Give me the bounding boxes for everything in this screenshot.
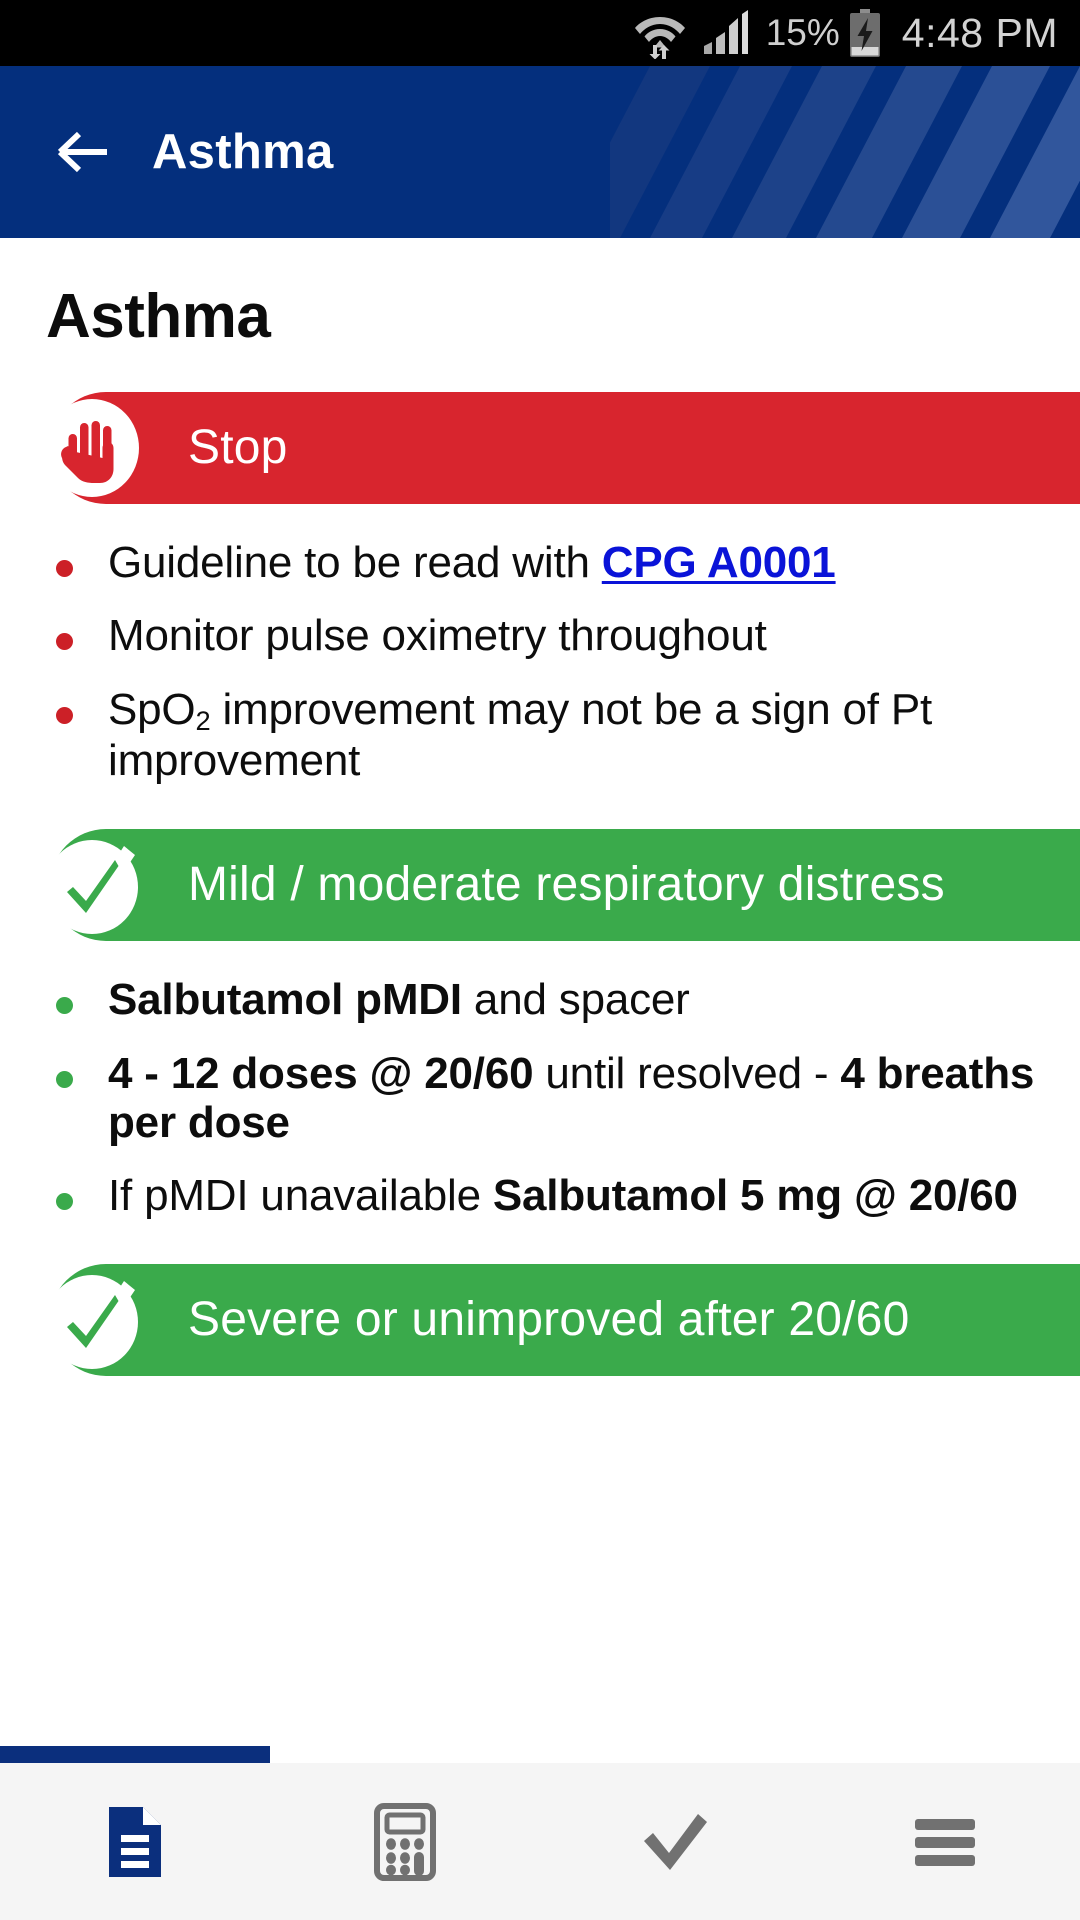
bullet-list-stop: Guideline to be read with CPG A0001 Moni…: [0, 538, 1080, 785]
bullet-dot-icon: [56, 1193, 73, 1211]
list-item: SpO2 improvement may not be a sign of Pt…: [56, 685, 1036, 786]
bullet-text: Monitor pulse oximetry throughout: [108, 611, 767, 661]
bullet-segment: until resolved -: [533, 1048, 841, 1098]
back-arrow-icon[interactable]: [52, 123, 110, 181]
hamburger-menu-icon: [913, 1814, 977, 1870]
nav-item-menu[interactable]: [810, 1763, 1080, 1920]
bullet-segment: and spacer: [461, 975, 690, 1025]
page-title: Asthma: [46, 282, 271, 351]
bullet-text: Salbutamol pMDI and spacer: [108, 975, 690, 1024]
bullet-segment-bold: Salbutamol pMDI: [108, 975, 462, 1025]
bullet-segment: If pMDI unavailable: [108, 1171, 493, 1221]
nav-item-calculator[interactable]: [270, 1763, 540, 1920]
document-icon: [105, 1805, 165, 1879]
clock-label: 4:48 PM: [901, 9, 1058, 56]
app-bar-title: Asthma: [152, 125, 334, 179]
battery-percent-label: 15%: [765, 12, 840, 53]
banner-label: Stop: [188, 421, 288, 474]
bullet-list-mild-moderate: Salbutamol pMDI and spacer 4 - 12 doses …: [0, 975, 1080, 1220]
bottom-navigation-bar: [0, 1763, 1080, 1920]
nav-item-document[interactable]: [0, 1763, 270, 1920]
bullet-segment-bold: Salbutamol 5 mg @ 20/60: [492, 1171, 1018, 1221]
bullet-dot-icon: [56, 633, 73, 651]
active-tab-indicator: [0, 1746, 270, 1763]
bullet-text: SpO2 improvement may not be a sign of Pt…: [108, 685, 1036, 786]
bullet-dot-icon: [56, 997, 73, 1015]
check-circle-icon: [42, 835, 142, 935]
bullet-segment: improvement may not be a sign of Pt impr…: [108, 684, 933, 786]
stop-hand-icon: [42, 398, 142, 498]
banner-mild-moderate[interactable]: Mild / moderate respiratory distress: [46, 829, 1080, 942]
banner-label: Severe or unimproved after 20/60: [188, 1293, 910, 1347]
cellular-signal-icon: [702, 10, 750, 56]
list-item: 4 - 12 doses @ 20/60 until resolved - 4 …: [56, 1049, 1036, 1148]
content-scroll-area[interactable]: Asthma Stop Guideline to be read with CP…: [0, 238, 1080, 1746]
app-bar: Asthma: [0, 66, 1080, 238]
list-item: If pMDI unavailable Salbutamol 5 mg @ 20…: [56, 1171, 1036, 1220]
bullet-dot-icon: [56, 706, 73, 724]
nav-item-checklist[interactable]: [540, 1763, 810, 1920]
check-icon: [640, 1811, 710, 1873]
bullet-text: If pMDI unavailable Salbutamol 5 mg @ 20…: [108, 1171, 1018, 1220]
list-item: Monitor pulse oximetry throughout: [56, 611, 1036, 660]
bullet-dot-icon: [56, 560, 73, 577]
bullet-dot-icon: [56, 1070, 73, 1088]
banner-stop[interactable]: Stop: [45, 392, 1080, 504]
bullet-segment-bold: 4 - 12 doses @ 20/60: [108, 1048, 534, 1098]
banner-label: Mild / moderate respiratory distress: [188, 858, 945, 912]
battery-charging-icon: [848, 9, 882, 57]
bullet-subscript: 2: [195, 704, 211, 736]
bullet-text: Guideline to be read with CPG A0001: [108, 538, 836, 587]
calculator-icon: [374, 1802, 436, 1881]
bullet-text: 4 - 12 doses @ 20/60 until resolved - 4 …: [108, 1049, 1036, 1148]
wifi-data-transfer-icon: [632, 7, 688, 59]
list-item: Guideline to be read with CPG A0001: [56, 538, 1036, 587]
status-bar: 15% 4:48 PM: [0, 0, 1080, 66]
cpg-link[interactable]: CPG A0001: [602, 538, 836, 587]
list-item: Salbutamol pMDI and spacer: [56, 975, 1036, 1024]
check-circle-icon: [42, 1270, 142, 1370]
app-root: 15% 4:48 PM Asthma Asthma Stop Guideline…: [0, 0, 1080, 1920]
banner-severe[interactable]: Severe or unimproved after 20/60: [46, 1264, 1080, 1377]
bullet-segment: Guideline to be read with: [108, 538, 602, 587]
bullet-segment: SpO: [108, 684, 196, 734]
